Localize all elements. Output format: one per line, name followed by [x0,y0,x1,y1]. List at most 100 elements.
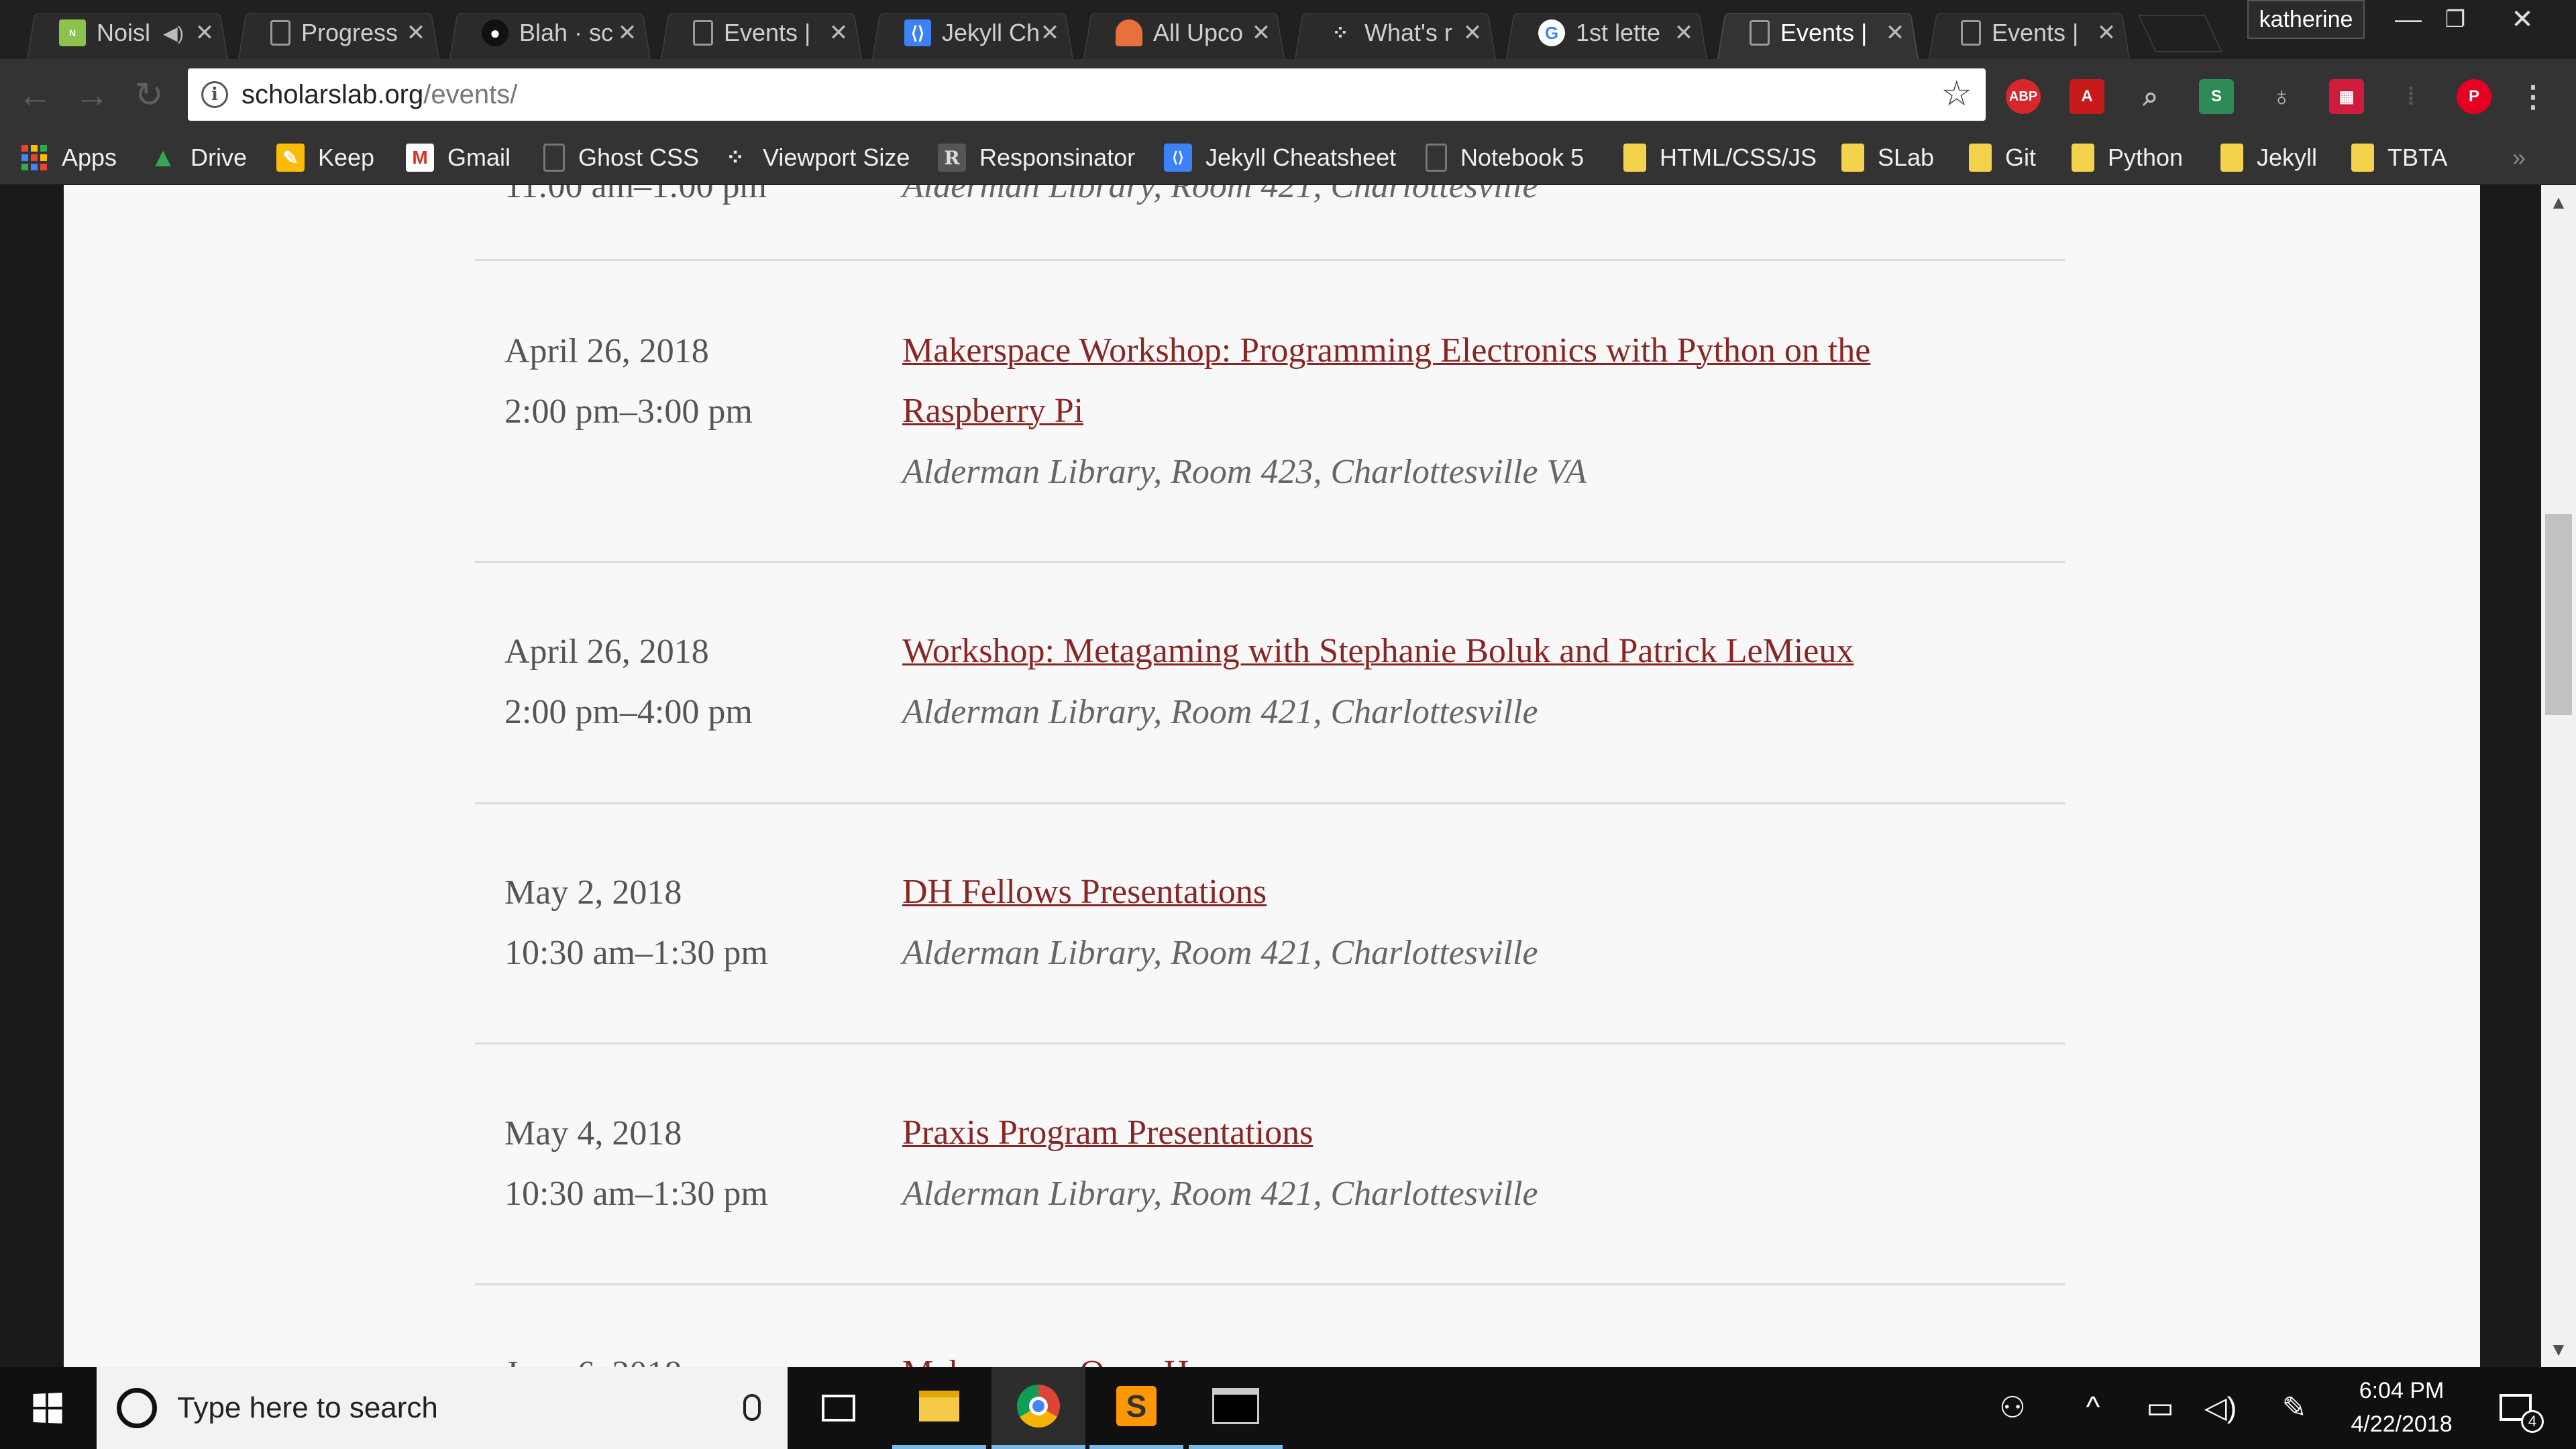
people-icon[interactable]: ⚇ [1992,1387,2033,1428]
close-window-icon[interactable]: ✕ [2499,0,2546,39]
pen-workspace-icon[interactable]: ✎ [2274,1387,2314,1428]
scrible-icon[interactable]: S [2199,79,2234,114]
tab-progress[interactable]: Progress ✕ [238,7,439,59]
tab-google[interactable]: G 1st lette ✕ [1506,7,1707,59]
pinterest-icon[interactable]: P [2457,79,2491,114]
tab-upcoming[interactable]: All Upco ✕ [1083,7,1285,59]
battery-icon[interactable]: ▭ [2140,1387,2180,1428]
close-icon[interactable]: ✕ [1672,19,1695,46]
close-icon[interactable]: ✕ [1250,19,1273,46]
tab-title: Noisl [97,19,151,46]
tab-noisli[interactable]: N Noisl ◀) ✕ [27,7,228,59]
bookmark-viewport-size[interactable]: ⁘ Viewport Size [721,140,910,176]
tab-events-2[interactable]: Events | ✕ [1929,7,2130,59]
bookmark-jekyll-cheatsheet[interactable]: ⟨⟩ Jekyll Cheatsheet [1164,140,1396,176]
event-title-link[interactable]: Workshop: Metagaming with Stephanie Bolu… [902,621,2002,682]
windows-taskbar: Type here to search S ⚇ ^ ▭ ◁) ✎ 6:04 PM… [0,1367,2576,1449]
page-icon [543,144,565,172]
scroll-down-arrow-icon[interactable]: ▼ [2541,1339,2576,1360]
tab-title: All Upco [1153,19,1244,46]
close-icon[interactable]: ✕ [193,19,216,46]
close-icon[interactable]: ✕ [1461,19,1484,46]
tab-github[interactable]: ● Blah · sc ✕ [449,7,651,59]
new-tab-button[interactable] [2137,15,2223,52]
start-button[interactable] [0,1367,94,1449]
chrome-button[interactable] [991,1367,1085,1449]
scroll-up-arrow-icon[interactable]: ▲ [2541,192,2576,213]
volume-icon[interactable]: ◁) [2200,1387,2241,1428]
bookmark-notebook-5[interactable]: Notebook 5 [1426,140,1584,176]
bookmark-star-icon[interactable]: ☆ [1941,74,1972,114]
reload-icon[interactable]: ↻ [127,74,170,117]
file-explorer-icon [919,1391,959,1421]
inspect-icon[interactable]: ⌕ [2133,79,2168,114]
tab-jekyll[interactable]: ⟨⟩ Jekyll Ch ✕ [872,7,1073,59]
bookmark-label: Drive [191,144,248,171]
bulb-icon[interactable]: ♁ [2264,79,2299,114]
event-title-link[interactable]: Makerspace Open Hours [902,1343,2002,1367]
bookmark-folder-git[interactable]: Git [1969,140,2036,176]
event-time: 2:00 pm–4:00 pm [504,693,753,731]
close-icon[interactable]: ✕ [1038,19,1061,46]
acrobat-icon[interactable]: A [2070,79,2104,114]
page-scrollbar[interactable]: ▲ ▼ [2541,185,2576,1367]
event-title-link[interactable]: Makerspace Workshop: Programming Electro… [902,321,2002,441]
file-explorer-button[interactable] [892,1367,986,1449]
calendar-icon[interactable]: ▦ [2329,79,2364,114]
terminal-button[interactable] [1189,1367,1283,1449]
bookmark-folder-slab[interactable]: SLab [1841,140,1934,176]
action-center-button[interactable]: 4 [2489,1387,2544,1433]
info-icon[interactable]: i [201,81,228,108]
bookmark-ghost-css[interactable]: Ghost CSS [543,140,699,176]
event-title-link[interactable]: DH Fellows Presentations [902,862,2002,922]
event-divider [475,1283,2065,1285]
tab-events-active[interactable]: Events | ✕ [1717,7,1919,59]
minimize-icon[interactable]: — [2385,0,2432,39]
bookmark-folder-tbta[interactable]: TBTA [2351,140,2447,176]
taskbar-search-box[interactable]: Type here to search [97,1367,788,1449]
close-icon[interactable]: ✕ [405,19,427,46]
show-hidden-icons-chevron-icon[interactable]: ^ [2073,1387,2113,1428]
microphone-icon[interactable] [743,1394,761,1421]
document-icon [693,20,713,46]
address-bar[interactable]: i scholarslab.org/events/ ☆ [188,68,1986,121]
hidden-extension-icon[interactable]: ⁞ [2394,79,2428,114]
scrollbar-thumb[interactable] [2545,514,2572,715]
adblock-plus-icon[interactable]: ABP [2006,79,2041,114]
bookmarks-overflow-chevron-icon[interactable]: » [2512,140,2526,176]
forward-arrow-icon[interactable]: → [70,74,113,117]
back-arrow-icon[interactable]: ← [13,74,56,117]
tab-whats[interactable]: ⁘ What's r ✕ [1295,7,1496,59]
profile-button[interactable]: katherine [2247,0,2365,39]
restore-icon[interactable]: ❐ [2432,0,2479,39]
bookmark-drive[interactable]: ▲ Drive [149,140,247,176]
bookmark-folder-python[interactable]: Python [2072,140,2183,176]
bookmark-folder-jekyll[interactable]: Jekyll [2220,140,2317,176]
tab-events-1[interactable]: Events | ✕ [661,7,862,59]
tab-title: Blah · sc [519,19,614,46]
bookmark-responsinator[interactable]: R Responsinator [938,140,1135,176]
event-title-link[interactable]: Praxis Program Presentations [902,1103,2002,1163]
bookmark-gmail[interactable]: M Gmail [406,140,511,176]
tab-title: Progress [301,19,398,46]
folder-icon [2072,144,2094,172]
event-divider [475,259,2065,261]
url-path: /events/ [423,79,518,109]
sublime-text-button[interactable]: S [1089,1367,1183,1449]
speaker-icon[interactable]: ◀) [163,22,184,44]
close-icon[interactable]: ✕ [616,19,639,46]
task-view-button[interactable] [792,1367,885,1449]
clock-time: 6:04 PM [2359,1378,2445,1403]
event-date: June 6, 2018 [504,1354,682,1367]
bookmark-label: Responsinator [979,144,1136,171]
grid-icon: ⁘ [1332,21,1349,44]
bookmark-folder-html-css-js[interactable]: HTML/CSS/JS [1623,140,1817,176]
menu-icon[interactable]: ⋮ [2516,79,2551,114]
clock[interactable]: 6:04 PM 4/22/2018 [2321,1374,2482,1442]
close-icon[interactable]: ✕ [2095,19,2118,46]
bookmark-label: TBTA [2387,144,2448,171]
close-icon[interactable]: ✕ [827,19,850,46]
close-icon[interactable]: ✕ [1884,19,1907,46]
bookmark-keep[interactable]: ✎ Keep [276,140,374,176]
bookmark-apps[interactable]: Apps [20,140,117,176]
